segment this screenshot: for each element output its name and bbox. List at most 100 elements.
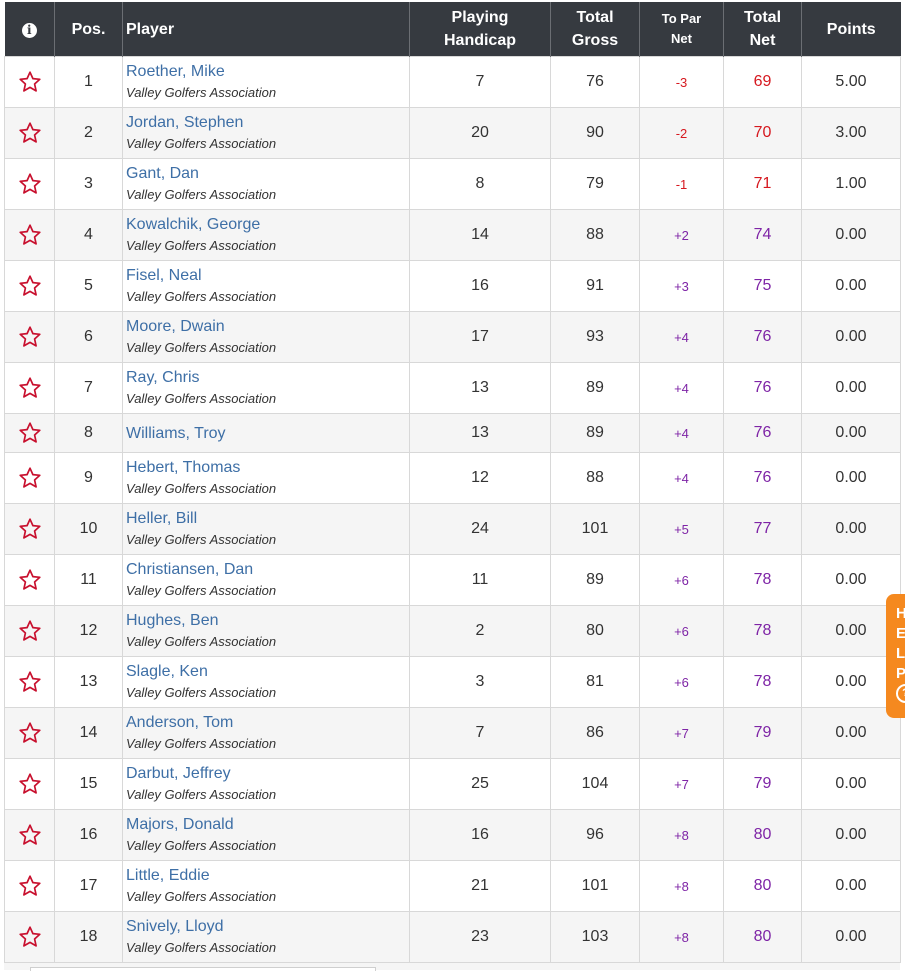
favorite-star-cell[interactable] bbox=[4, 554, 55, 606]
player-name-link[interactable]: Christiansen, Dan bbox=[126, 559, 409, 580]
points-cell: 5.00 bbox=[801, 56, 901, 108]
star-icon[interactable] bbox=[5, 325, 54, 349]
pos-header[interactable]: Pos. bbox=[54, 2, 123, 57]
favorite-star-cell[interactable] bbox=[4, 503, 55, 555]
star-icon[interactable] bbox=[5, 172, 54, 196]
player-name-link[interactable]: Anderson, Tom bbox=[126, 712, 409, 733]
total-net-header[interactable]: Total Net bbox=[723, 2, 802, 57]
points-cell: 0.00 bbox=[801, 911, 901, 963]
player-name-link[interactable]: Fisel, Neal bbox=[126, 265, 409, 286]
favorite-star-cell[interactable] bbox=[4, 707, 55, 759]
info-icon[interactable]: i bbox=[21, 22, 37, 38]
table-row[interactable]: 18 Snively, Lloyd Valley Golfers Associati… bbox=[4, 911, 901, 963]
table-row[interactable]: 4 Kowalchik, George Valley Golfers Associa… bbox=[4, 209, 901, 261]
player-cell: Little, Eddie Valley Golfers Association bbox=[122, 860, 410, 912]
star-icon[interactable] bbox=[5, 874, 54, 898]
favorite-star-cell[interactable] bbox=[4, 56, 55, 108]
to-par-net-cell: +4 bbox=[639, 362, 724, 414]
player-name-link[interactable]: Williams, Troy bbox=[126, 423, 409, 444]
table-row[interactable]: 7 Ray, Chris Valley Golfers Association 13 8… bbox=[4, 362, 901, 414]
to-par-net-cell: +7 bbox=[639, 707, 724, 759]
favorite-star-cell[interactable] bbox=[4, 413, 55, 453]
table-row[interactable]: 8 Williams, Troy 13 89 +4 76 0.00 bbox=[4, 413, 901, 453]
star-icon[interactable] bbox=[5, 925, 54, 949]
star-icon[interactable] bbox=[5, 70, 54, 94]
playing-handicap-cell: 16 bbox=[409, 809, 551, 861]
favorite-star-cell[interactable] bbox=[4, 107, 55, 159]
player-name-link[interactable]: Little, Eddie bbox=[126, 865, 409, 886]
total-gross-cell: 101 bbox=[550, 860, 640, 912]
table-row[interactable]: 17 Little, Eddie Valley Golfers Associatio… bbox=[4, 860, 901, 912]
help-tab[interactable]: H E L P ? bbox=[886, 594, 905, 718]
star-icon[interactable] bbox=[5, 619, 54, 643]
scrollbar-thumb[interactable] bbox=[30, 967, 376, 971]
favorite-star-cell[interactable] bbox=[4, 605, 55, 657]
player-cell: Gant, Dan Valley Golfers Association bbox=[122, 158, 410, 210]
total-gross-cell: 89 bbox=[550, 554, 640, 606]
table-row[interactable]: 2 Jordan, Stephen Valley Golfers Associati… bbox=[4, 107, 901, 159]
player-name-link[interactable]: Hebert, Thomas bbox=[126, 457, 409, 478]
star-icon[interactable] bbox=[5, 823, 54, 847]
star-icon[interactable] bbox=[5, 772, 54, 796]
star-icon[interactable] bbox=[5, 670, 54, 694]
player-name-link[interactable]: Slagle, Ken bbox=[126, 661, 409, 682]
player-club: Valley Golfers Association bbox=[126, 481, 277, 496]
total-gross-header[interactable]: Total Gross bbox=[550, 2, 640, 57]
favorite-star-cell[interactable] bbox=[4, 311, 55, 363]
favorite-star-cell[interactable] bbox=[4, 362, 55, 414]
star-icon[interactable] bbox=[5, 121, 54, 145]
star-icon[interactable] bbox=[5, 466, 54, 490]
player-name-link[interactable]: Heller, Bill bbox=[126, 508, 409, 529]
info-header[interactable]: i bbox=[4, 2, 55, 57]
favorite-star-cell[interactable] bbox=[4, 758, 55, 810]
table-row[interactable]: 6 Moore, Dwain Valley Golfers Association 1… bbox=[4, 311, 901, 363]
table-row[interactable]: 16 Majors, Donald Valley Golfers Associati… bbox=[4, 809, 901, 861]
favorite-star-cell[interactable] bbox=[4, 860, 55, 912]
table-row[interactable]: 13 Slagle, Ken Valley Golfers Association 3… bbox=[4, 656, 901, 708]
table-row[interactable]: 12 Hughes, Ben Valley Golfers Association 2… bbox=[4, 605, 901, 657]
player-name-link[interactable]: Kowalchik, George bbox=[126, 214, 409, 235]
position-cell: 8 bbox=[54, 413, 123, 453]
favorite-star-cell[interactable] bbox=[4, 158, 55, 210]
to-par-net-header[interactable]: To Par Net bbox=[639, 2, 724, 57]
table-row[interactable]: 15 Darbut, Jeffrey Valley Golfers Associat… bbox=[4, 758, 901, 810]
total-net-cell: 80 bbox=[723, 809, 802, 861]
playing-handicap-cell: 14 bbox=[409, 209, 551, 261]
star-icon[interactable] bbox=[5, 568, 54, 592]
table-row[interactable]: 10 Heller, Bill Valley Golfers Association… bbox=[4, 503, 901, 555]
star-icon[interactable] bbox=[5, 376, 54, 400]
player-name-link[interactable]: Darbut, Jeffrey bbox=[126, 763, 409, 784]
player-name-link[interactable]: Snively, Lloyd bbox=[126, 916, 409, 937]
player-name-link[interactable]: Jordan, Stephen bbox=[126, 112, 409, 133]
star-icon[interactable] bbox=[5, 223, 54, 247]
table-row[interactable]: 3 Gant, Dan Valley Golfers Association 8 79-… bbox=[4, 158, 901, 210]
table-row[interactable]: 9 Hebert, Thomas Valley Golfers Associatio… bbox=[4, 452, 901, 504]
table-row[interactable]: 5 Fisel, Neal Valley Golfers Association 16… bbox=[4, 260, 901, 312]
player-name-link[interactable]: Gant, Dan bbox=[126, 163, 409, 184]
player-name-link[interactable]: Majors, Donald bbox=[126, 814, 409, 835]
star-icon[interactable] bbox=[5, 517, 54, 541]
total-net-cell: 79 bbox=[723, 707, 802, 759]
player-name-link[interactable]: Ray, Chris bbox=[126, 367, 409, 388]
player-name-link[interactable]: Moore, Dwain bbox=[126, 316, 409, 337]
points-header[interactable]: Points bbox=[801, 2, 901, 57]
player-cell: Darbut, Jeffrey Valley Golfers Associatio… bbox=[122, 758, 410, 810]
favorite-star-cell[interactable] bbox=[4, 656, 55, 708]
table-row[interactable]: 14 Anderson, Tom Valley Golfers Associatio… bbox=[4, 707, 901, 759]
table-row[interactable]: 1 Roether, Mike Valley Golfers Association… bbox=[4, 56, 901, 108]
player-header[interactable]: Player bbox=[122, 2, 410, 57]
total-gross-cell: 96 bbox=[550, 809, 640, 861]
star-icon[interactable] bbox=[5, 721, 54, 745]
favorite-star-cell[interactable] bbox=[4, 911, 55, 963]
playing-handicap-header[interactable]: Playing Handicap bbox=[409, 2, 551, 57]
favorite-star-cell[interactable] bbox=[4, 452, 55, 504]
table-row[interactable]: 11 Christiansen, Dan Valley Golfers Associ… bbox=[4, 554, 901, 606]
favorite-star-cell[interactable] bbox=[4, 809, 55, 861]
star-icon[interactable] bbox=[5, 421, 54, 445]
player-name-link[interactable]: Hughes, Ben bbox=[126, 610, 409, 631]
star-icon[interactable] bbox=[5, 274, 54, 298]
favorite-star-cell[interactable] bbox=[4, 260, 55, 312]
favorite-star-cell[interactable] bbox=[4, 209, 55, 261]
points-cell: 0.00 bbox=[801, 209, 901, 261]
player-name-link[interactable]: Roether, Mike bbox=[126, 61, 409, 82]
